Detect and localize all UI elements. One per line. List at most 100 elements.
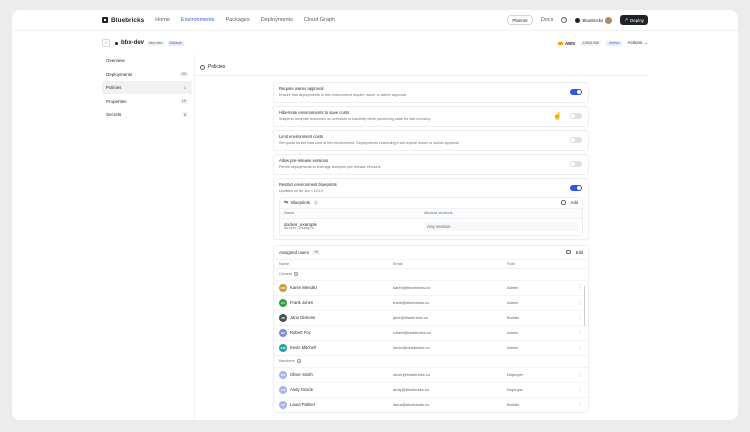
users-scrollbar[interactable] bbox=[583, 285, 585, 326]
user-name: Frank Jones bbox=[290, 300, 314, 305]
app-window: Bluebricks Home Environments Packages De… bbox=[12, 10, 738, 420]
sidebar-item-policies[interactable]: Policies 1 bbox=[102, 81, 192, 94]
chevron-down-icon: ⌄ bbox=[644, 40, 648, 45]
back-arrow-icon[interactable]: ‹ bbox=[102, 39, 110, 47]
col-name: Name bbox=[279, 261, 290, 266]
nav-environments[interactable]: Environments bbox=[181, 17, 215, 23]
col-role: Role bbox=[507, 261, 515, 266]
more-icon[interactable]: ⋮ bbox=[577, 345, 583, 351]
policy-description: Ensure that deployments to this environm… bbox=[279, 92, 407, 97]
user-avatar[interactable] bbox=[605, 16, 613, 24]
help-icon[interactable]: ? bbox=[561, 17, 568, 23]
nav-cloud-graph[interactable]: Cloud Graph bbox=[304, 17, 335, 23]
policy-title: Hibernate environments to save costs bbox=[279, 110, 350, 115]
env-sidebar: Overview Deployments 03 Policies 1 Prope… bbox=[102, 54, 192, 122]
org-name: Bluebricks bbox=[582, 17, 604, 23]
sidebar-item-label: Policies bbox=[106, 85, 122, 90]
env-name: bbx-dev bbox=[121, 40, 145, 46]
org-switcher[interactable]: Bluebricks bbox=[575, 16, 613, 24]
section-title: Policies bbox=[208, 64, 226, 70]
env-slug-tag: bbx-dev bbox=[147, 40, 165, 46]
nav-deployments[interactable]: Deployments bbox=[261, 17, 293, 23]
table-row: RF Robert Fox robert@bluebricks.co Admin … bbox=[274, 324, 588, 340]
more-icon[interactable]: ⋮ bbox=[577, 330, 583, 336]
actions-label: Actions bbox=[627, 40, 643, 45]
default-badge: Default bbox=[167, 40, 184, 46]
nav-home[interactable]: Home bbox=[155, 17, 170, 23]
account-id: 12661056 bbox=[580, 40, 602, 46]
policy-restrict-blueprints: Restrict environment blueprints Updated … bbox=[273, 178, 589, 240]
info-icon[interactable] bbox=[296, 359, 301, 363]
avatar: OS bbox=[279, 370, 287, 379]
policy-pre-release: Allow pre-release versions Permit deploy… bbox=[273, 154, 589, 175]
sidebar-item-deployments[interactable]: Deployments 03 bbox=[102, 68, 192, 81]
planner-button[interactable]: Planner bbox=[507, 15, 533, 25]
logo-icon bbox=[102, 17, 108, 23]
blueprint-icon: ⇋ bbox=[284, 199, 289, 206]
env-status-dot bbox=[115, 41, 118, 45]
nav-packages[interactable]: Packages bbox=[226, 17, 250, 23]
user-name: Robert Fox bbox=[290, 330, 311, 335]
avatar: LP bbox=[279, 400, 287, 409]
avatar: AG bbox=[279, 385, 287, 394]
cloud-name: AWS bbox=[564, 40, 576, 46]
org-icon bbox=[575, 17, 581, 23]
user-name: Laura Palmer bbox=[290, 402, 316, 407]
rocket-icon: ↗ bbox=[624, 17, 628, 22]
sidebar-item-label: Secrets bbox=[106, 112, 122, 117]
add-blueprint-button[interactable]: Add bbox=[571, 200, 578, 205]
more-icon[interactable]: ⋮ bbox=[577, 315, 583, 321]
sidebar-divider bbox=[194, 54, 195, 420]
avatar: KM bbox=[279, 343, 287, 352]
more-icon[interactable]: ⋮ bbox=[577, 402, 583, 408]
section-header: Policies bbox=[200, 64, 225, 70]
users-table-header: Name Email Role bbox=[274, 258, 588, 268]
user-email: robert@bluebricks.co bbox=[393, 330, 431, 335]
more-icon[interactable]: ⋮ bbox=[577, 372, 583, 378]
table-row: FJ Frank Jones frank@bluebricks.co Admin … bbox=[274, 294, 588, 310]
sidebar-item-properties[interactable]: Properties 19 bbox=[102, 95, 192, 108]
user-name: Kevin Mitchell bbox=[290, 345, 316, 350]
user-email: oliver@bluebricks.co bbox=[393, 372, 430, 377]
version-select[interactable]: Any version bbox=[424, 222, 578, 231]
user-role: Admin bbox=[507, 300, 519, 305]
table-row: LP Laura Palmer laura@bluebricks.co Build… bbox=[274, 396, 588, 412]
user-name: Oliver Smith bbox=[290, 372, 313, 377]
policy-toggle[interactable] bbox=[570, 113, 582, 119]
search-icon[interactable] bbox=[561, 200, 566, 205]
brand-logo[interactable]: Bluebricks bbox=[102, 17, 144, 24]
search-icon[interactable] bbox=[566, 249, 571, 255]
policy-title: Allow pre-release versions bbox=[279, 158, 329, 163]
policy-toggle[interactable] bbox=[570, 161, 582, 167]
policy-hibernate: Hibernate environments to save costs Sus… bbox=[273, 106, 589, 127]
users-count: 19 bbox=[312, 249, 321, 255]
avatar: RF bbox=[279, 328, 287, 337]
policy-title: Limit environment costs bbox=[279, 134, 323, 139]
sidebar-item-overview[interactable]: Overview bbox=[102, 54, 192, 67]
deploy-label: Deploy bbox=[629, 17, 644, 23]
status-badge: Active bbox=[606, 40, 623, 46]
avatar: KM bbox=[279, 283, 287, 292]
sidebar-item-label: Deployments bbox=[106, 71, 133, 77]
sidebar-item-secrets[interactable]: Secrets 8 bbox=[102, 108, 192, 121]
policy-toggle[interactable] bbox=[570, 185, 582, 191]
more-icon[interactable]: ⋮ bbox=[577, 300, 583, 306]
deploy-button[interactable]: ↗ Deploy bbox=[620, 15, 648, 25]
group-owners: Owners bbox=[274, 267, 588, 280]
policy-description: Set quota for the total cost of this env… bbox=[279, 140, 459, 145]
user-name: Karen Mendez bbox=[290, 285, 318, 290]
actions-dropdown[interactable]: Actions ⌄ bbox=[627, 40, 648, 46]
sidebar-item-count: 8 bbox=[181, 112, 188, 117]
edit-users-button[interactable]: Edit bbox=[576, 250, 583, 255]
aws-icon bbox=[557, 41, 563, 45]
policy-toggle[interactable] bbox=[570, 89, 582, 95]
group-label: Members bbox=[279, 359, 295, 363]
user-email: laura@bluebricks.co bbox=[393, 402, 430, 407]
docs-link[interactable]: Docs bbox=[541, 17, 554, 23]
policy-toggle[interactable] bbox=[570, 137, 582, 143]
hand-cursor-icon: ☝ bbox=[553, 113, 562, 120]
more-icon[interactable]: ⋮ bbox=[577, 285, 583, 291]
group-label: Owners bbox=[279, 272, 293, 276]
info-icon[interactable] bbox=[294, 272, 299, 276]
more-icon[interactable]: ⋮ bbox=[577, 387, 583, 393]
